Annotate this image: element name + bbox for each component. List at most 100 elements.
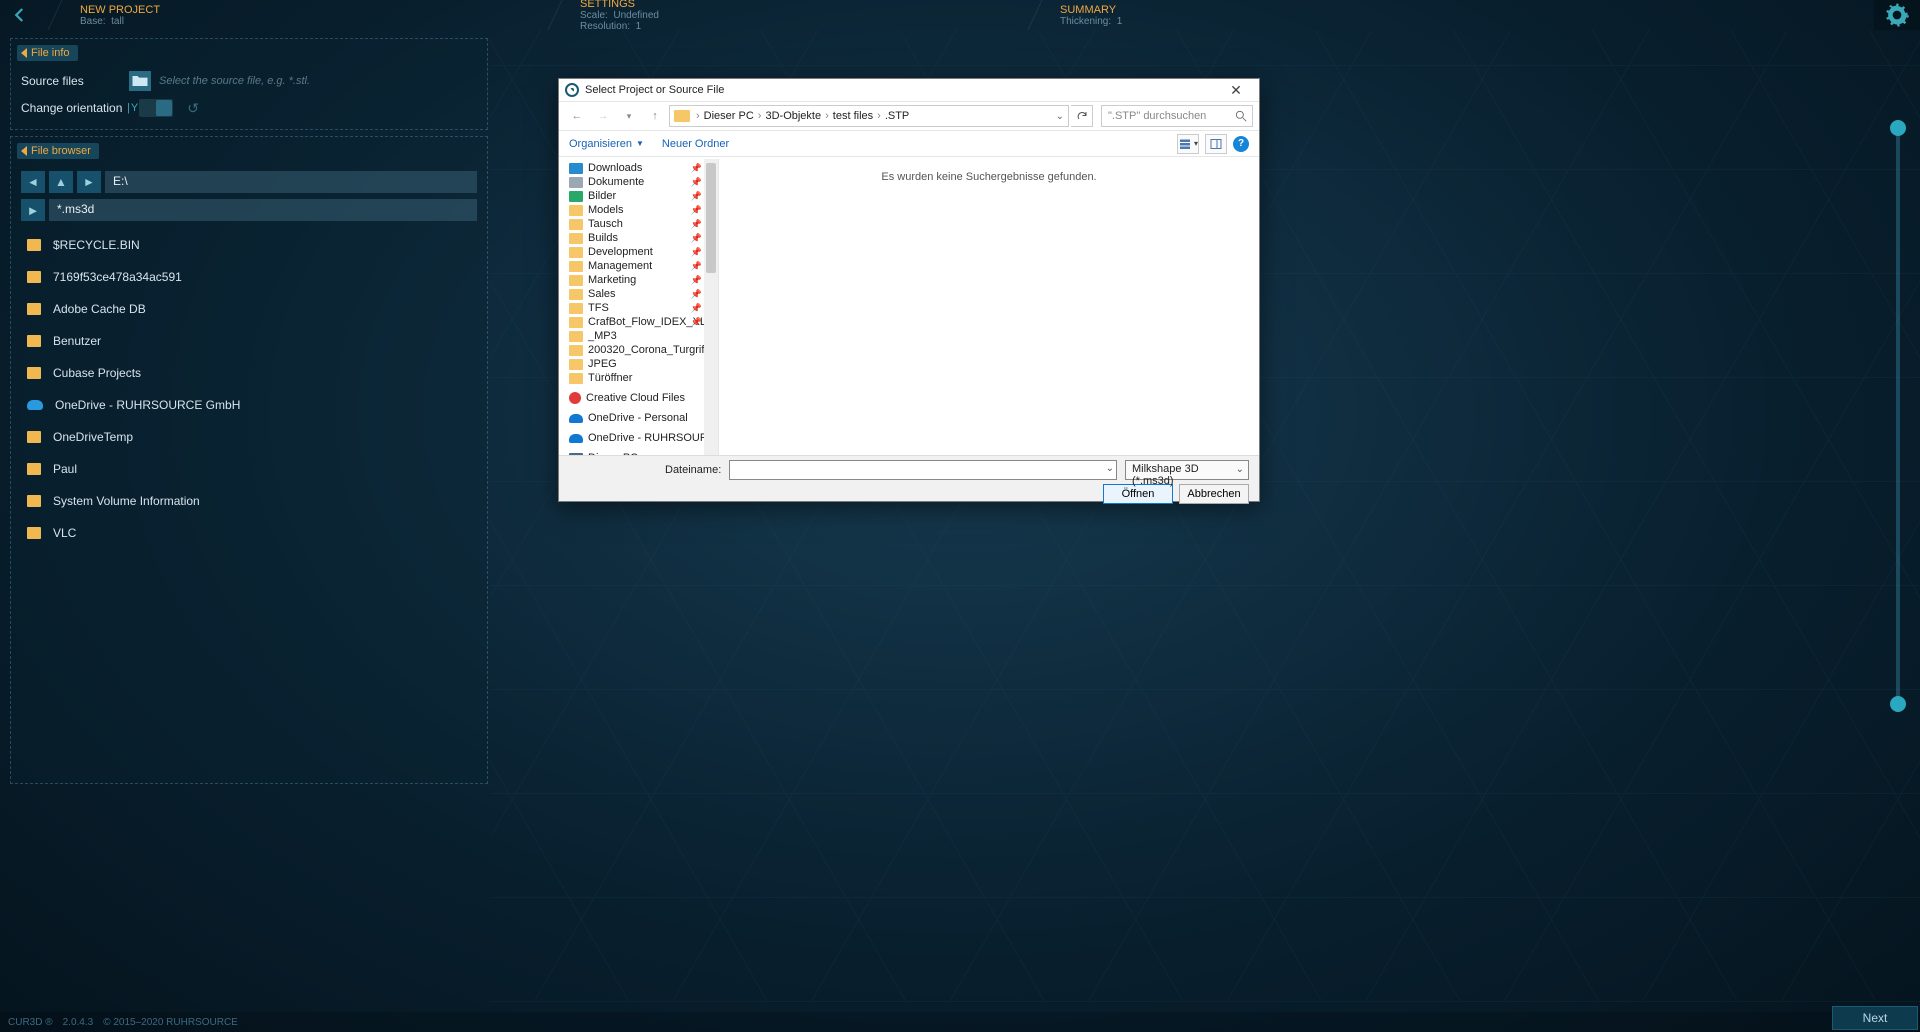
filter-row: ► *.ms3d [21,199,477,221]
dialog-close-button[interactable]: ✕ [1219,82,1253,99]
tree-item[interactable]: 200320_Corona_Turgriffe [569,343,718,357]
settings-gear-button[interactable] [1874,0,1920,30]
tree-item[interactable]: Models📌 [569,203,718,217]
list-item[interactable]: System Volume Information [21,485,477,517]
list-item[interactable]: 7169f53ce478a34ac591 [21,261,477,293]
browse-source-button[interactable] [129,71,151,91]
filename-input[interactable]: ⌄ [729,460,1117,480]
tree-item[interactable]: Development📌 [569,245,718,259]
tree-item[interactable]: JPEG [569,357,718,371]
step-summary[interactable]: SUMMARY Thickening: 1 [1020,0,1460,30]
orientation-reset-icon[interactable]: ↺ [187,100,199,117]
filter-input[interactable]: *.ms3d [49,199,477,221]
zoom-rail[interactable] [1896,120,1900,712]
tree-item[interactable]: Bilder📌 [569,189,718,203]
filetype-dropdown-icon[interactable]: ⌄ [1236,464,1244,475]
open-button[interactable]: Öffnen [1103,484,1173,504]
filter-go-button[interactable]: ► [21,199,45,221]
file-browser-header[interactable]: File browser [17,143,99,159]
dialog-search-input[interactable]: ".STP" durchsuchen [1101,105,1253,127]
dialog-tree[interactable]: Downloads📌Dokumente📌Bilder📌Models📌Tausch… [559,159,719,455]
filename-dropdown-icon[interactable]: ⌄ [1106,463,1114,474]
crumb[interactable]: .STP [885,110,909,122]
nav-back-icon[interactable]: ← [565,105,589,127]
tree-item[interactable]: TFS📌 [569,301,718,315]
refresh-button[interactable] [1071,105,1093,127]
orientation-toggle[interactable] [139,99,173,117]
list-item[interactable]: VLC [21,517,477,549]
cancel-button[interactable]: Abbrechen [1179,484,1249,504]
nav-path-input[interactable]: E:\ [105,171,477,193]
list-item[interactable]: OneDrive - RUHRSOURCE GmbH [21,389,477,421]
step-settings[interactable]: SETTINGS Scale: Undefined Resolution: 1 [540,0,1020,30]
list-item[interactable]: Cubase Projects [21,357,477,389]
new-folder-button[interactable]: Neuer Ordner [662,138,729,150]
help-button[interactable]: ? [1233,136,1249,152]
tree-item-icon [569,289,583,300]
nav-forward-icon[interactable]: → [591,105,615,127]
view-mode-button[interactable]: ▾ [1177,134,1199,154]
step-settings-title: SETTINGS [580,0,1000,10]
tree-item[interactable]: Marketing📌 [569,273,718,287]
tree-item[interactable]: OneDrive - Personal [569,411,718,425]
nav-up-icon[interactable]: ↑ [643,105,667,127]
list-item[interactable]: Adobe Cache DB [21,293,477,325]
breadcrumb[interactable]: › Dieser PC› 3D-Objekte› test files› .ST… [669,105,1069,127]
crumb[interactable]: 3D-Objekte [765,110,821,122]
tree-item-icon [569,219,583,230]
file-info-header[interactable]: File info [17,45,78,61]
list-item-label: Benutzer [53,334,101,348]
filetype-select[interactable]: Milkshape 3D (*.ms3d)⌄ [1125,460,1249,480]
list-item[interactable]: Paul [21,453,477,485]
tree-item[interactable]: _MP3 [569,329,718,343]
list-item-label: System Volume Information [53,494,200,508]
pin-icon: 📌 [691,275,702,286]
tree-item[interactable]: Tausch📌 [569,217,718,231]
tree-item[interactable]: Sales📌 [569,287,718,301]
tree-item[interactable]: CrafBot_Flow_IDEX_XL_AME📌 [569,315,718,329]
list-item-label: VLC [53,526,76,540]
folder-icon [27,527,41,539]
crumb[interactable]: Dieser PC [704,110,754,122]
step-project[interactable]: NEW PROJECT Base: tall [40,0,540,30]
tree-item-icon [569,392,581,404]
crumb[interactable]: test files [833,110,873,122]
tree-item[interactable]: Dokumente📌 [569,175,718,189]
nav-back-button[interactable]: ◄ [21,171,45,193]
zoom-handle-bottom[interactable] [1890,696,1906,712]
next-button[interactable]: Next [1832,1006,1918,1030]
nav-fwd-button[interactable]: ► [77,171,101,193]
tree-item-icon [569,414,583,423]
list-item[interactable]: $RECYCLE.BIN [21,229,477,261]
tree-item[interactable]: OneDrive - RUHRSOURCE GmbH [569,431,718,445]
tree-item-label: _MP3 [588,330,617,342]
tree-item-icon [569,247,583,258]
zoom-handle-top[interactable] [1890,120,1906,136]
organize-menu[interactable]: Organisieren ▼ [569,138,644,150]
list-item[interactable]: Benutzer [21,325,477,357]
nav-recent-icon[interactable]: ▾ [617,105,641,127]
preview-pane-button[interactable] [1205,134,1227,154]
tree-item-icon [569,331,583,342]
nav-up-button[interactable]: ▲ [49,171,73,193]
tree-item[interactable]: Builds📌 [569,231,718,245]
dialog-bottom: Dateiname: ⌄ Milkshape 3D (*.ms3d)⌄ Öffn… [559,455,1259,501]
tree-item[interactable]: Creative Cloud Files [569,391,718,405]
tree-scroll-thumb[interactable] [706,163,716,273]
tree-item[interactable]: Downloads📌 [569,161,718,175]
file-browser-panel: File browser ◄ ▲ ► E:\ ► *.ms3d $RECYCLE… [10,136,488,784]
crumb-dropdown-icon[interactable]: ⌄ [1056,111,1064,122]
pin-icon: 📌 [691,163,702,174]
tree-item-label: Creative Cloud Files [586,392,685,404]
tree-item-icon [569,345,583,356]
list-item-label: OneDrive - RUHRSOURCE GmbH [55,398,240,412]
list-item[interactable]: OneDriveTemp [21,421,477,453]
tree-item-label: Dokumente [588,176,644,188]
tree-item[interactable]: Türöffner [569,371,718,385]
orientation-axis: |Y [127,102,139,114]
list-item-label: 7169f53ce478a34ac591 [53,270,182,284]
tree-item-icon [569,163,583,174]
back-button[interactable] [0,0,40,30]
tree-item[interactable]: Management📌 [569,259,718,273]
tree-scrollbar[interactable] [704,159,718,455]
